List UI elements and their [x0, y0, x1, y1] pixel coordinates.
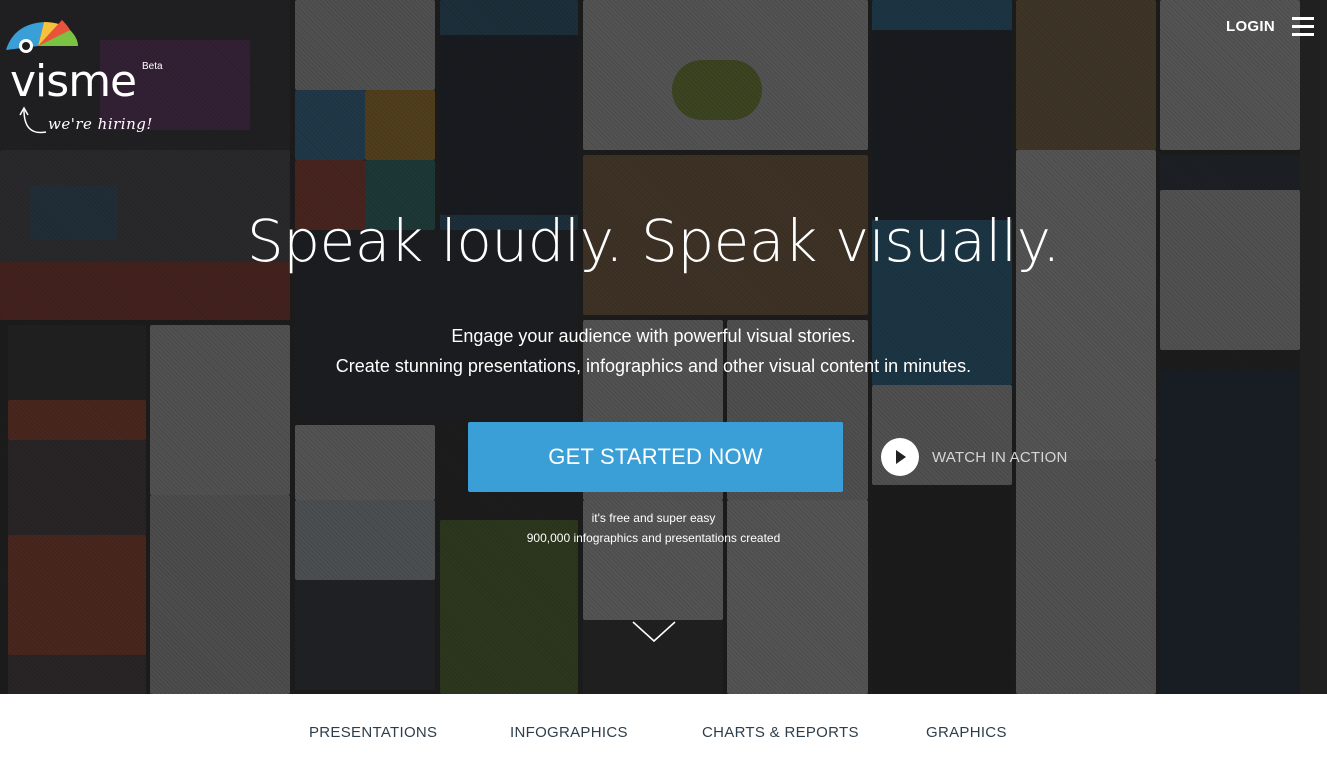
tab-presentations[interactable]: PRESENTATIONS — [309, 724, 437, 741]
hero-dark-overlay — [0, 0, 1327, 694]
landing-page: visme Beta we're hiring! LOGIN Speak lou… — [0, 0, 1327, 760]
watch-in-action-button[interactable]: WATCH IN ACTION — [881, 438, 1068, 476]
get-started-button[interactable]: GET STARTED NOW — [468, 422, 843, 492]
hero-subline-1: Engage your audience with powerful visua… — [451, 326, 856, 346]
beta-badge: Beta — [142, 61, 163, 72]
visme-logo[interactable]: visme Beta we're hiring! — [4, 16, 174, 141]
watch-label: WATCH IN ACTION — [932, 448, 1068, 466]
free-note: it's free and super easy — [591, 511, 716, 525]
hero-subline-2: Create stunning presentations, infograph… — [335, 356, 972, 376]
curved-arrow-icon — [19, 106, 47, 134]
hero-section: visme Beta we're hiring! LOGIN Speak lou… — [0, 0, 1327, 694]
tab-charts-reports[interactable]: CHARTS & REPORTS — [702, 724, 859, 741]
play-icon[interactable] — [881, 438, 919, 476]
chevron-down-icon[interactable] — [632, 620, 676, 644]
logo-wordmark: visme — [10, 56, 137, 107]
tab-graphics[interactable]: GRAPHICS — [926, 724, 1007, 741]
hero-headline: Speak loudly. Speak visually. — [246, 207, 1061, 275]
login-link[interactable]: LOGIN — [1226, 18, 1275, 35]
hamburger-icon[interactable] — [1292, 17, 1314, 37]
stats-note: 900,000 infographics and presentations c… — [526, 531, 781, 545]
hiring-tagline[interactable]: we're hiring! — [48, 115, 153, 133]
tab-infographics[interactable]: INFOGRAPHICS — [510, 724, 628, 741]
category-tabs: PRESENTATIONS INFOGRAPHICS CHARTS & REPO… — [0, 694, 1327, 760]
